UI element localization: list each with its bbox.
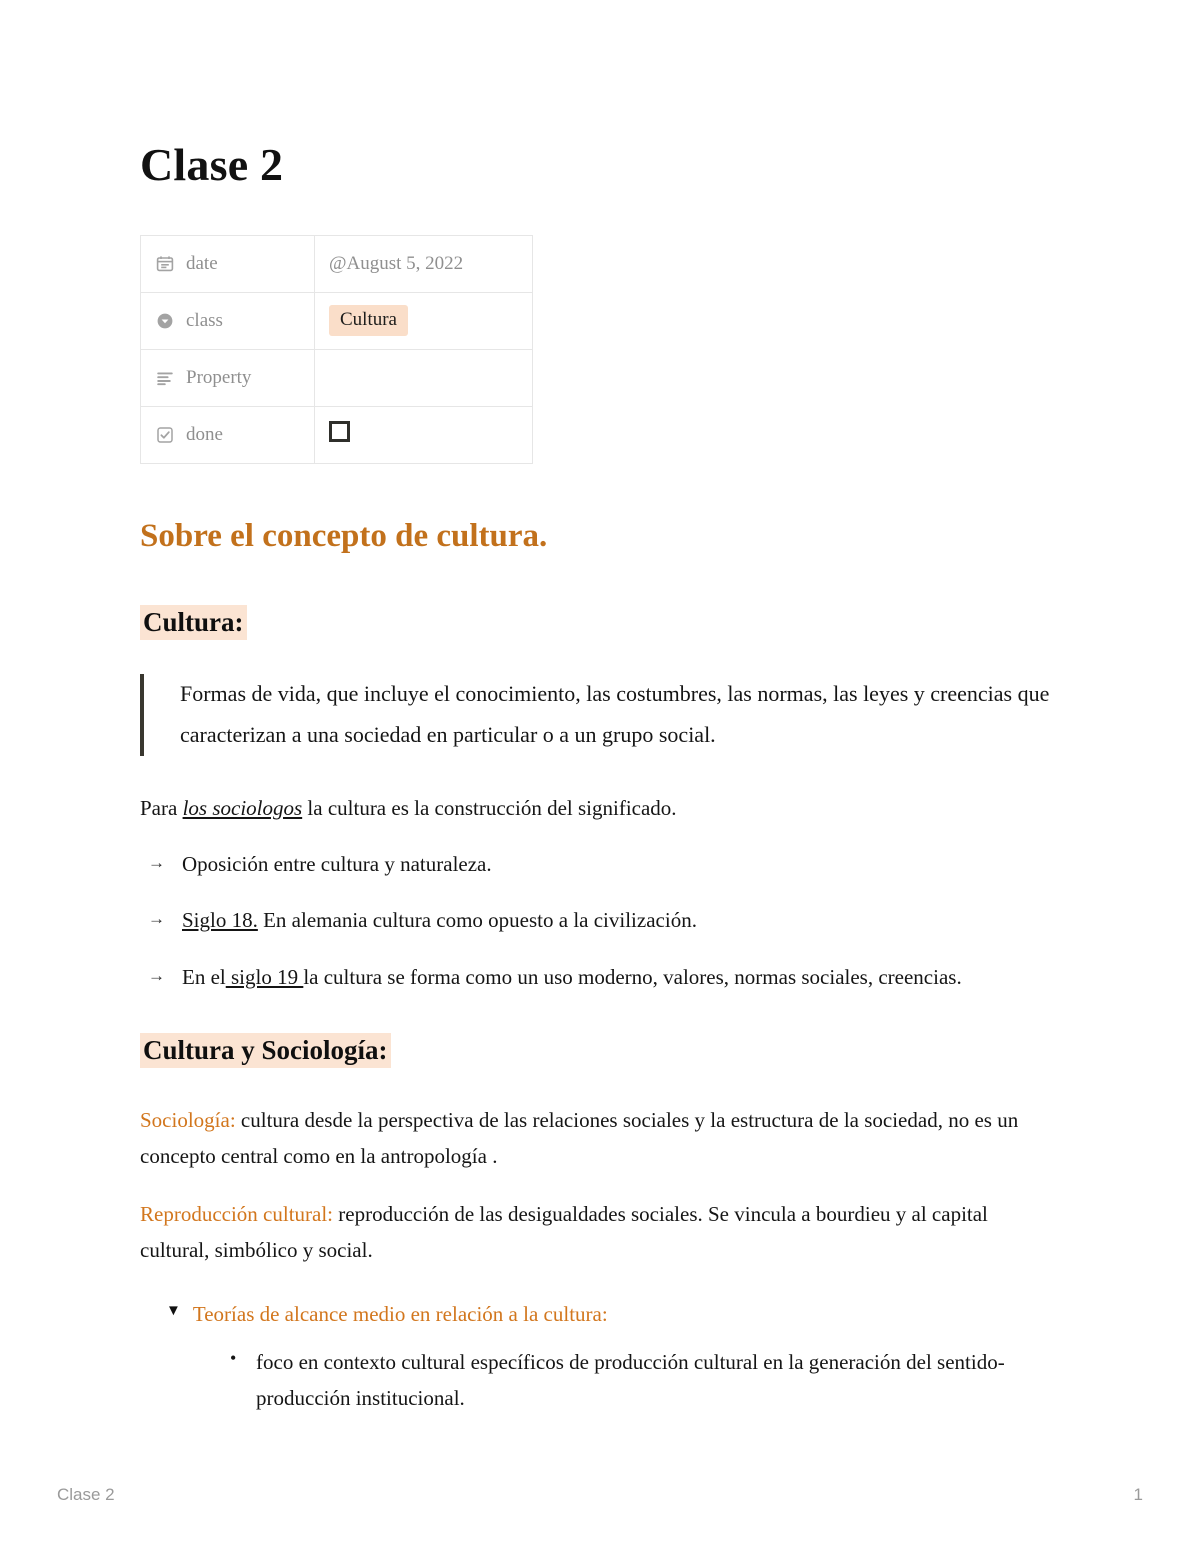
- list-item-text: la cultura se forma como un uso moderno,…: [303, 965, 962, 990]
- property-key-label: class: [186, 309, 223, 331]
- paragraph-sociologos-post: la cultura es la construcción del signif…: [302, 795, 677, 820]
- bullet-list: • foco en contexto cultural específicos d…: [140, 1344, 1060, 1416]
- toggle-teorias[interactable]: ▼ Teorías de alcance medio en relación a…: [166, 1298, 1060, 1332]
- paragraph-sociologia: Sociología: cultura desde la perspectiva…: [140, 1102, 1060, 1174]
- list-item: • foco en contexto cultural específicos d…: [230, 1344, 1046, 1416]
- list-item-text: foco en contexto cultural específicos de…: [256, 1349, 1005, 1410]
- toggle-label: Teorías de alcance medio en relación a l…: [192, 1302, 608, 1327]
- arrow-bullet-icon: →: [148, 966, 165, 986]
- paragraph-sociologos-pre: Para: [140, 795, 183, 820]
- list-item: → En el siglo 19 la cultura se forma como…: [148, 961, 1060, 995]
- list-item: → Siglo 18. En alemania cultura como opue…: [148, 904, 1060, 938]
- page-title: Clase 2: [140, 139, 284, 190]
- list-item-text: Oposición entre cultura y naturaleza.: [182, 851, 492, 876]
- paragraph-sociologos: Para los sociologos la cultura es la con…: [140, 790, 1060, 826]
- subheading-cultura-sociologia-text: Cultura y Sociología:: [140, 1032, 391, 1068]
- document-page: Clase 2 date @August 5, 2022 class Cultu…: [0, 0, 1200, 1553]
- select-chevron-icon: [155, 311, 175, 331]
- footer-page-number: 1: [1133, 1485, 1143, 1504]
- property-key-label: done: [186, 423, 223, 445]
- done-checkbox[interactable]: [329, 421, 350, 443]
- dot-bullet-icon: •: [230, 1347, 237, 1368]
- calendar-icon: [155, 254, 175, 274]
- property-value-cell[interactable]: Cultura: [314, 291, 533, 350]
- list-item-underline: siglo 19: [225, 965, 304, 990]
- list-item-pre: En el: [182, 965, 226, 990]
- property-value-cell[interactable]: @August 5, 2022: [314, 234, 533, 293]
- table-row: date @August 5, 2022: [140, 234, 533, 293]
- blockquote-text: Formas de vida, que incluye el conocimie…: [180, 680, 1050, 747]
- paragraph-reproduccion-label: Reproducción cultural:: [140, 1201, 334, 1226]
- table-row: class Cultura: [140, 291, 533, 350]
- checkbox-icon: [155, 425, 175, 445]
- list-item-text: En alemania cultura como opuesto a la ci…: [257, 908, 697, 933]
- property-value-cell[interactable]: [314, 405, 533, 464]
- property-key-label: Property: [186, 366, 252, 388]
- page-footer: Clase 2 1: [57, 1485, 1143, 1505]
- section-heading: Sobre el concepto de cultura.: [140, 517, 548, 554]
- property-key-label: date: [186, 252, 218, 274]
- subheading-cultura: Cultura:: [140, 604, 1060, 640]
- paragraph-sociologia-label: Sociología:: [140, 1107, 236, 1132]
- table-row: done: [140, 405, 533, 464]
- subheading-cultura-text: Cultura:: [140, 604, 247, 640]
- property-value-cell[interactable]: [314, 348, 533, 407]
- text-lines-icon: [155, 368, 175, 388]
- property-key-cell: done: [140, 405, 315, 464]
- list-item-underline: Siglo 18.: [182, 908, 258, 933]
- property-key-cell: date: [140, 234, 315, 293]
- class-tag[interactable]: Cultura: [329, 305, 408, 336]
- arrow-bullet-icon: →: [148, 852, 165, 872]
- list-item: → Oposición entre cultura y naturaleza.: [148, 848, 1060, 882]
- property-key-cell: class: [140, 291, 315, 350]
- paragraph-sociologia-text: cultura desde la perspectiva de las rela…: [140, 1107, 1019, 1168]
- footer-document-name: Clase 2: [57, 1485, 115, 1504]
- paragraph-reproduccion: Reproducción cultural: reproducción de l…: [140, 1196, 1060, 1268]
- blockquote-cultura-definition: Formas de vida, que incluye el conocimie…: [140, 673, 1060, 756]
- property-key-cell: Property: [140, 348, 315, 407]
- paragraph-sociologos-emphasis: los sociologos: [182, 795, 303, 820]
- subheading-cultura-sociologia: Cultura y Sociología:: [140, 1032, 1060, 1068]
- date-value: @August 5, 2022: [329, 252, 464, 274]
- arrow-list: → Oposición entre cultura y naturaleza. →…: [140, 848, 1060, 995]
- property-table: date @August 5, 2022 class Cultura Prope…: [140, 234, 533, 464]
- arrow-bullet-icon: →: [148, 909, 165, 929]
- triangle-down-icon[interactable]: ▼: [166, 1298, 181, 1326]
- table-row: Property: [140, 348, 533, 407]
